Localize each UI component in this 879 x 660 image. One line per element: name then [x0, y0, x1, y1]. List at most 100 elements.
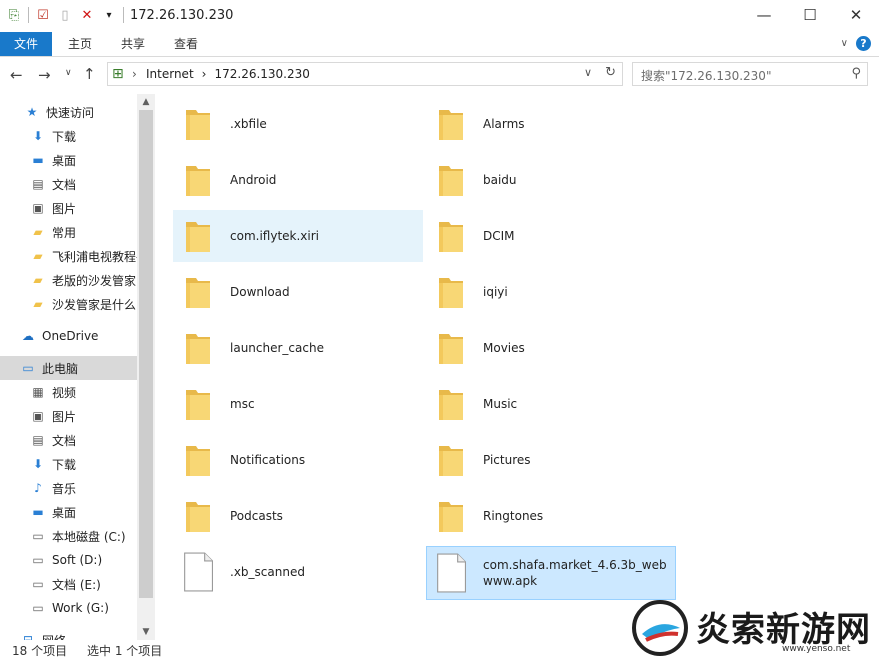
help-icon[interactable]: ?	[856, 36, 871, 51]
file-name: Movies	[483, 341, 525, 355]
nav-scrollbar[interactable]: ▲ ▼	[137, 94, 155, 640]
blank-page-icon[interactable]: ▯	[57, 7, 73, 23]
refresh-icon[interactable]: ↻	[605, 65, 616, 80]
watermark-logo: 炎索新游网 www.yenso.net	[632, 598, 872, 658]
folder-item[interactable]: Notifications	[173, 434, 423, 486]
quick-access-item[interactable]: ▰ 常用	[0, 220, 155, 244]
folder-icon: ▰	[33, 273, 43, 287]
address-bar[interactable]: ⊞ › Internet › 172.26.130.230 ∨ ↻	[107, 62, 623, 86]
drive-icon: ▭	[32, 601, 44, 615]
breadcrumb-internet[interactable]: Internet	[146, 67, 194, 81]
checklist-icon[interactable]: ☑	[35, 7, 51, 23]
forward-arrow-icon[interactable]: →	[38, 66, 51, 84]
this-pc-item[interactable]: ⬇ 下载	[0, 452, 155, 476]
scroll-up-icon[interactable]: ▲	[137, 94, 155, 110]
desktop-icon: ▬	[32, 505, 44, 519]
search-placeholder: 搜索"172.26.130.230"	[641, 69, 772, 83]
close-button[interactable]: ✕	[833, 0, 879, 30]
quick-access-item-label: 老版的沙发管家:	[52, 273, 141, 288]
nav-onedrive[interactable]: ☁ OneDrive	[0, 324, 155, 348]
search-box[interactable]: 搜索"172.26.130.230" ⚲	[632, 62, 868, 86]
tab-home[interactable]: 主页	[57, 32, 103, 56]
desktop-icon: ▬	[32, 153, 44, 167]
folder-item[interactable]: Alarms	[426, 98, 676, 150]
quick-access-item[interactable]: ▰ 老版的沙发管家:	[0, 268, 155, 292]
this-pc-item-label: 本地磁盘 (C:)	[52, 529, 126, 544]
file-icon	[184, 550, 218, 594]
network-icon: ⊟	[22, 633, 34, 640]
quick-access-item[interactable]: ⬇下载📌	[0, 124, 155, 148]
quick-access-item-label: 飞利浦电视教程-	[52, 249, 141, 264]
this-pc-item[interactable]: ▭ 文档 (E:)	[0, 572, 155, 596]
delete-icon[interactable]: ✕	[79, 7, 95, 23]
breadcrumb-separator[interactable]: ›	[202, 67, 207, 81]
tab-view[interactable]: 查看	[163, 32, 209, 56]
address-dropdown-icon[interactable]: ∨	[584, 66, 592, 79]
folder-icon	[184, 382, 218, 426]
quick-access-item[interactable]: ▣图片📌	[0, 196, 155, 220]
file-item[interactable]: com.shafa.market_4.6.3b_webwww.apk	[426, 546, 676, 600]
folder-item[interactable]: DCIM	[426, 210, 676, 262]
folder-icon: ▰	[33, 225, 43, 239]
nav-this-pc[interactable]: ▭ 此电脑	[0, 356, 155, 380]
breadcrumb-host[interactable]: 172.26.130.230	[214, 67, 309, 81]
scroll-thumb[interactable]	[139, 110, 153, 598]
window-title: 172.26.130.230	[130, 8, 234, 23]
this-pc-item[interactable]: ▤ 文档	[0, 428, 155, 452]
folder-item[interactable]: Download	[173, 266, 423, 318]
this-pc-item-label: 文档	[52, 433, 77, 448]
folder-item[interactable]: .xbfile	[173, 98, 423, 150]
minimize-button[interactable]: —	[741, 0, 787, 30]
up-arrow-icon[interactable]: ↑	[83, 65, 96, 83]
folder-item[interactable]: Pictures	[426, 434, 676, 486]
folder-item[interactable]: iqiyi	[426, 266, 676, 318]
toolbar-divider	[28, 7, 29, 23]
folder-item[interactable]: Ringtones	[426, 490, 676, 542]
recent-locations-icon[interactable]: ∨	[65, 68, 72, 78]
quick-access-item-label: 沙发管家是什么	[52, 297, 137, 312]
quick-access-item[interactable]: ▰ 沙发管家是什么	[0, 292, 155, 316]
quick-access-item[interactable]: ▬桌面📌	[0, 148, 155, 172]
tab-share[interactable]: 共享	[110, 32, 156, 56]
this-pc-item[interactable]: ▭ Soft (D:)	[0, 548, 155, 572]
folder-item[interactable]: Android	[173, 154, 423, 206]
search-icon[interactable]: ⚲	[851, 66, 861, 81]
breadcrumb-lead-chevron[interactable]: ›	[132, 67, 137, 81]
picture-icon: ▣	[32, 201, 44, 215]
quick-access-item[interactable]: ▰ 飞利浦电视教程-	[0, 244, 155, 268]
properties-icon[interactable]: ⎘	[6, 7, 22, 23]
file-name: Android	[230, 173, 277, 187]
ribbon-expand-icon[interactable]: ∨	[841, 38, 848, 49]
picture-icon: ▣	[32, 409, 44, 423]
folder-item[interactable]: baidu	[426, 154, 676, 206]
scroll-down-icon[interactable]: ▼	[137, 624, 155, 640]
folder-icon	[437, 158, 471, 202]
folder-item[interactable]: launcher_cache	[173, 322, 423, 374]
this-pc-item[interactable]: ▬ 桌面	[0, 500, 155, 524]
this-pc-item[interactable]: ▭ Work (G:)	[0, 596, 155, 620]
cloud-icon: ☁	[22, 329, 34, 343]
folder-item[interactable]: com.iflytek.xiri	[173, 210, 423, 262]
file-item[interactable]: .xb_scanned	[173, 546, 423, 598]
this-pc-item[interactable]: ▭ 本地磁盘 (C:)	[0, 524, 155, 548]
document-icon: ▤	[32, 177, 44, 191]
nav-quick-access[interactable]: ★ 快速访问	[0, 100, 155, 124]
nav-network[interactable]: ⊟ 网络	[0, 628, 155, 640]
file-name: com.shafa.market_4.6.3b_webwww.apk	[483, 558, 667, 588]
tab-file[interactable]: 文件	[0, 32, 52, 56]
back-arrow-icon[interactable]: ←	[10, 66, 23, 84]
this-pc-item-label: Work (G:)	[52, 601, 109, 615]
quick-access-item[interactable]: ▤文档📌	[0, 172, 155, 196]
folder-item[interactable]: Podcasts	[173, 490, 423, 542]
this-pc-item[interactable]: ▣ 图片	[0, 404, 155, 428]
maximize-button[interactable]: ☐	[787, 0, 833, 30]
window-controls: — ☐ ✕	[741, 0, 879, 30]
folder-item[interactable]: Music	[426, 378, 676, 430]
folder-icon	[184, 326, 218, 370]
customize-toolbar-icon[interactable]: ▾	[101, 7, 117, 23]
folder-icon	[437, 326, 471, 370]
folder-item[interactable]: Movies	[426, 322, 676, 374]
this-pc-item[interactable]: ♪ 音乐	[0, 476, 155, 500]
folder-item[interactable]: msc	[173, 378, 423, 430]
this-pc-item[interactable]: ▦ 视频	[0, 380, 155, 404]
